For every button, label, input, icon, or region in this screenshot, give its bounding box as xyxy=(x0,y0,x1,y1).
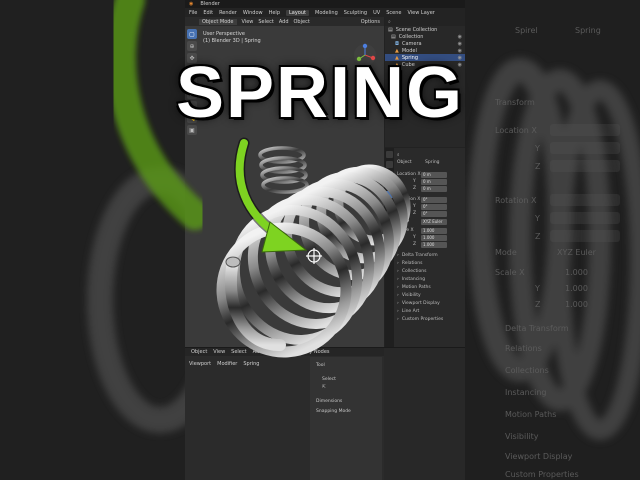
video-frame: Spirel Spring Transform Location X Y Z R… xyxy=(0,0,640,480)
overlay-title: SPRING xyxy=(175,53,465,133)
main-spring-render xyxy=(216,164,411,358)
small-spring-render xyxy=(258,146,309,194)
